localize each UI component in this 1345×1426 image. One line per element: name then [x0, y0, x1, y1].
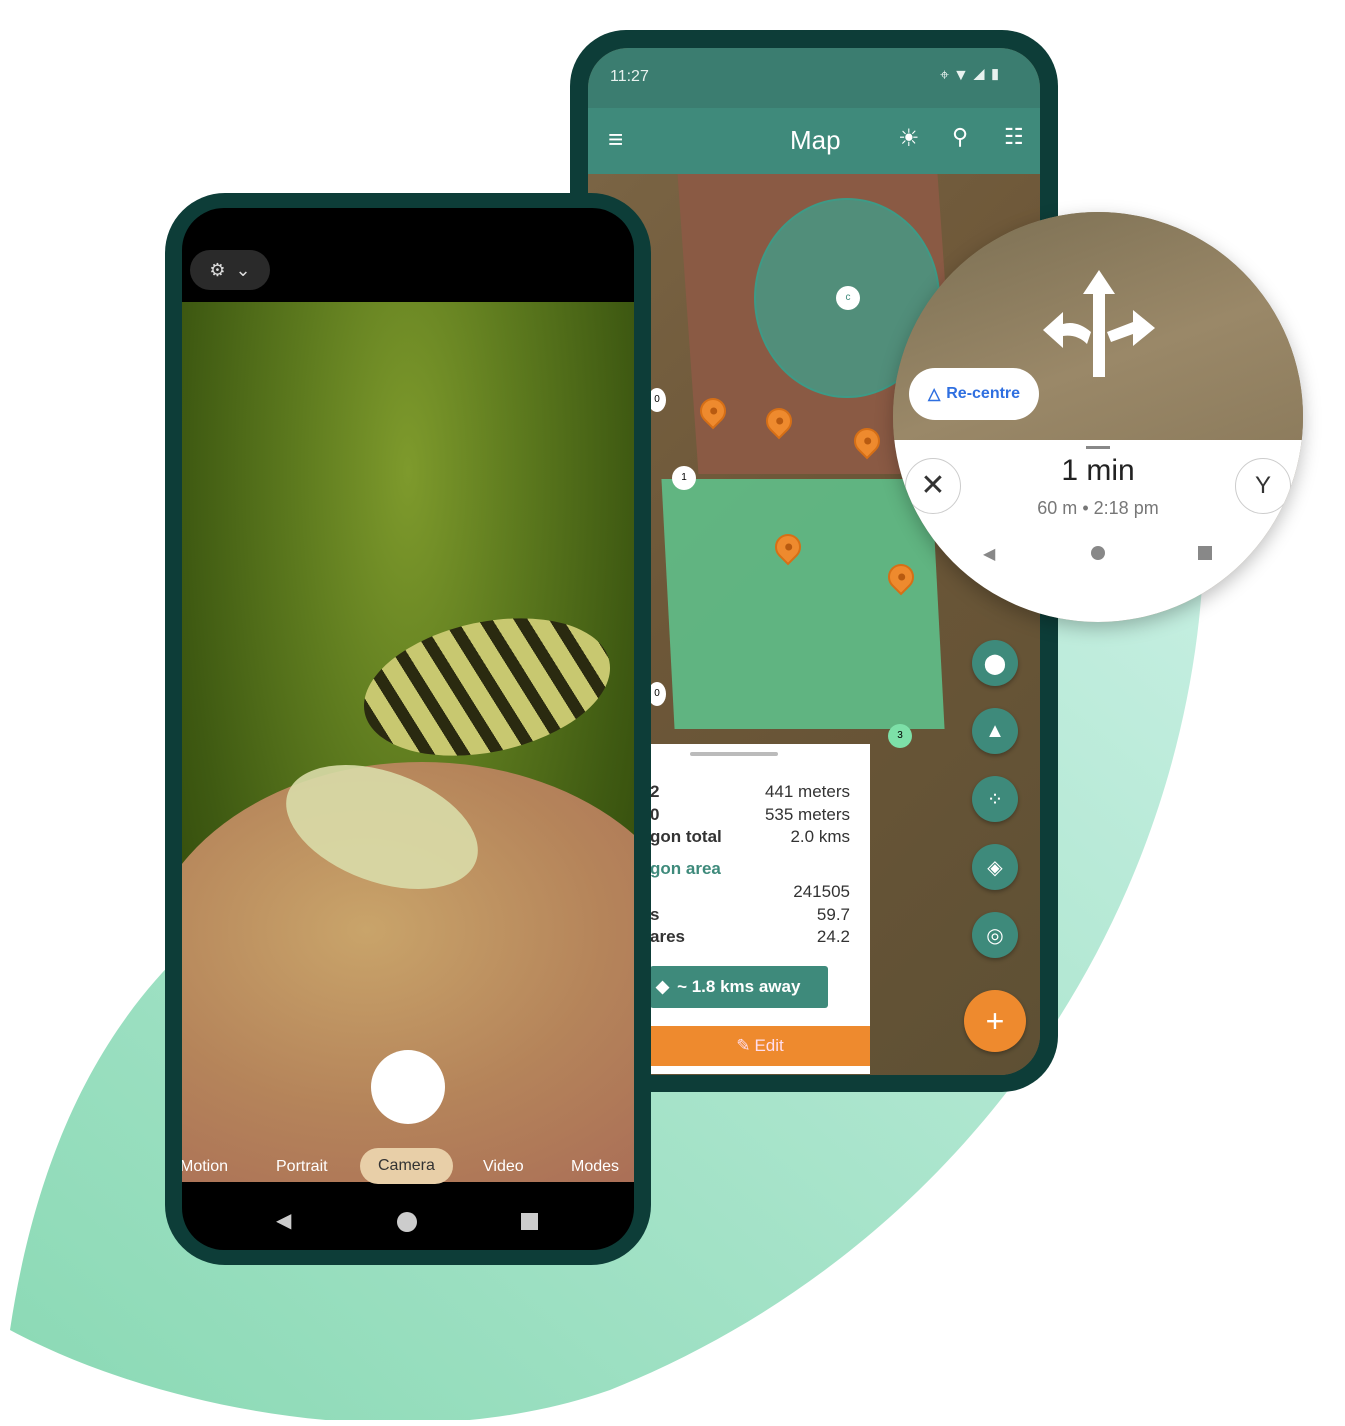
- info-label: ares: [650, 927, 685, 946]
- info-value: 535 meters: [764, 805, 850, 824]
- status-time: 11:27: [610, 68, 649, 85]
- mode-portrait[interactable]: Portrait: [276, 1158, 328, 1176]
- recents-nav-icon[interactable]: [1198, 546, 1212, 560]
- info-row: s 59.7: [650, 905, 850, 925]
- status-icons: ⌖▼◢▮: [940, 67, 1006, 84]
- info-label: s: [650, 905, 660, 924]
- shapes-icon[interactable]: ▲: [972, 708, 1018, 754]
- camera-settings-icon: ⚙: [209, 259, 226, 280]
- back-nav-icon[interactable]: ◀: [983, 544, 995, 564]
- camera-phone: ⚙ ⌄ Motion Portrait Camera Video Modes ◀: [165, 193, 651, 1265]
- drag-handle[interactable]: [690, 752, 778, 756]
- status-bar: 11:27 ⌖▼◢▮: [588, 48, 1040, 108]
- turn-arrow-icon: [1043, 270, 1155, 377]
- mode-modes[interactable]: Modes: [571, 1158, 619, 1176]
- brightness-icon[interactable]: ☀: [898, 124, 920, 153]
- pin-icon[interactable]: ⬤: [972, 640, 1018, 686]
- add-button[interactable]: +: [964, 990, 1026, 1052]
- info-value: 59.7: [816, 905, 850, 924]
- edit-icon: ✎: [736, 1036, 751, 1055]
- mode-motion[interactable]: Motion: [182, 1158, 228, 1176]
- info-label: 0: [650, 805, 660, 824]
- edit-label: Edit: [754, 1036, 784, 1055]
- home-nav-icon[interactable]: [397, 1212, 417, 1232]
- navigation-arrow-icon: △: [927, 386, 941, 403]
- trip-sheet: ✕ 1 min 60 m • 2:18 pm Y ◀: [893, 440, 1303, 622]
- directions-label: ~ 1.8 kms away: [677, 977, 801, 996]
- app-bar: ≡ Map ☀ ⚲ ☷: [588, 108, 1040, 174]
- info-panel: 2 441 meters 0 535 meters gon total 2.0 kms…: [650, 744, 870, 1074]
- info-row: ares 24.2: [650, 927, 850, 947]
- aphid: [351, 597, 623, 777]
- directions-button[interactable]: ◆ ~ 1.8 kms away: [650, 966, 828, 1008]
- drag-handle[interactable]: [1086, 446, 1110, 449]
- info-label: gon total: [650, 827, 722, 846]
- back-nav-icon[interactable]: ◀: [276, 1208, 291, 1233]
- vertex-marker[interactable]: c: [836, 286, 860, 310]
- layers-icon[interactable]: ◈: [972, 844, 1018, 890]
- search-icon[interactable]: ⚲: [952, 124, 968, 150]
- chevron-down-icon: ⌄: [235, 259, 251, 280]
- trip-distance: 60 m: [1037, 498, 1078, 518]
- navigation-overlay: △ Re-centre ✕ 1 min 60 m • 2:18 pm Y ◀: [893, 212, 1303, 622]
- shutter-button[interactable]: [371, 1050, 445, 1124]
- info-row: 241505: [650, 882, 850, 902]
- home-nav-icon[interactable]: [1091, 546, 1105, 560]
- directions-icon: ◆: [656, 977, 670, 996]
- info-row: 0 535 meters: [650, 805, 850, 825]
- menu-icon[interactable]: ≡: [608, 124, 623, 155]
- separator: •: [1082, 498, 1089, 518]
- info-value: 441 meters: [764, 782, 850, 801]
- camera-viewfinder[interactable]: [182, 302, 634, 1182]
- arrival-time: 2:18 pm: [1093, 498, 1159, 518]
- vertex-marker[interactable]: 3: [888, 724, 912, 748]
- camera-screen: ⚙ ⌄ Motion Portrait Camera Video Modes ◀: [182, 208, 634, 1250]
- page-title: Map: [790, 125, 841, 155]
- info-row: 2 441 meters: [650, 782, 850, 802]
- section-heading: gon area: [650, 859, 721, 878]
- info-value: 2.0 kms: [790, 827, 850, 846]
- points-icon[interactable]: ⁘: [972, 776, 1018, 822]
- info-row: gon total 2.0 kms: [650, 827, 850, 847]
- my-location-icon[interactable]: ◎: [972, 912, 1018, 958]
- info-value: 24.2: [816, 927, 850, 946]
- info-label: 2: [650, 782, 660, 801]
- recentre-label: Re-centre: [946, 385, 1021, 402]
- info-value: 241505: [793, 882, 850, 901]
- tune-icon[interactable]: ☷: [1004, 124, 1024, 150]
- camera-settings-button[interactable]: ⚙ ⌄: [190, 250, 270, 290]
- mode-camera[interactable]: Camera: [360, 1148, 453, 1184]
- alternate-routes-icon[interactable]: Y: [1235, 458, 1291, 514]
- recents-nav-icon[interactable]: [521, 1213, 538, 1230]
- edit-button[interactable]: ✎ Edit: [650, 1026, 870, 1066]
- mode-video[interactable]: Video: [483, 1158, 524, 1176]
- vertex-marker[interactable]: 1: [672, 466, 696, 490]
- recentre-button[interactable]: △ Re-centre: [909, 368, 1039, 420]
